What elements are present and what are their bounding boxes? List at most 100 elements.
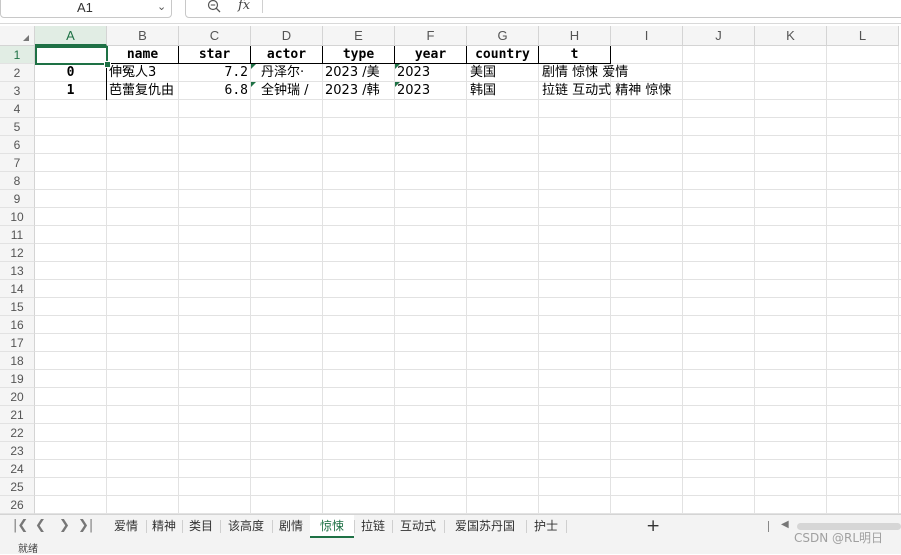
chevron-down-icon[interactable]: ⌄: [157, 0, 166, 13]
cell-grid[interactable]: name star actor type year country t 0 伸冤…: [35, 46, 901, 514]
sheet-tab[interactable]: 该高度: [220, 515, 272, 538]
row-header-7[interactable]: 7: [0, 154, 35, 172]
column-header-K[interactable]: K: [755, 26, 827, 46]
cell-name[interactable]: 伸冤人3: [107, 64, 179, 82]
row-header-18[interactable]: 18: [0, 352, 35, 370]
row-header-17[interactable]: 17: [0, 334, 35, 352]
name-box[interactable]: A1 ⌄: [0, 0, 172, 18]
zoom-out-icon[interactable]: [207, 0, 221, 13]
header-cell-star[interactable]: star: [179, 46, 251, 64]
header-cell-type[interactable]: type: [323, 46, 395, 64]
row-header-14[interactable]: 14: [0, 280, 35, 298]
column-header-L[interactable]: L: [827, 26, 899, 46]
cell-star[interactable]: 6.8: [179, 82, 251, 100]
sheet-tab[interactable]: 护士: [526, 515, 566, 538]
cell-year[interactable]: 2023: [395, 64, 467, 82]
cell-text: 2023: [397, 65, 431, 80]
sheet-tab[interactable]: 互动式: [392, 515, 444, 538]
row-header-16[interactable]: 16: [0, 316, 35, 334]
comment-indicator-icon: [395, 64, 400, 69]
cell-text: 丹泽尔·: [261, 65, 305, 80]
cell-year[interactable]: 2023: [395, 82, 467, 100]
row-header-3[interactable]: 3: [0, 82, 35, 100]
row-header-10[interactable]: 10: [0, 208, 35, 226]
sheet-tab[interactable]: 惊悚: [310, 515, 354, 538]
row-header-26[interactable]: 26: [0, 496, 35, 514]
row-header-25[interactable]: 25: [0, 478, 35, 496]
row-header-19[interactable]: 19: [0, 370, 35, 388]
prev-sheet-icon[interactable]: ❮: [35, 518, 46, 533]
row-header-8[interactable]: 8: [0, 172, 35, 190]
index-cell[interactable]: 1: [35, 82, 107, 100]
row-header-1[interactable]: 1: [0, 46, 35, 64]
row-header-11[interactable]: 11: [0, 226, 35, 244]
formula-bar: A1 ⌄ fx: [0, 0, 901, 24]
add-sheet-icon[interactable]: +: [646, 516, 660, 536]
sheet-tab[interactable]: 剧情: [272, 515, 310, 538]
comment-indicator-icon: [251, 82, 256, 87]
header-cell-t[interactable]: t: [539, 46, 611, 64]
tab-separator: [566, 520, 567, 533]
comment-indicator-icon: [251, 64, 256, 69]
column-header-C[interactable]: C: [179, 26, 251, 46]
sheet-tab[interactable]: 爱国苏丹国: [444, 515, 526, 538]
row-header-24[interactable]: 24: [0, 460, 35, 478]
status-bar: 就绪 CSDN @RL明日: [0, 531, 901, 555]
fx-icon[interactable]: fx: [238, 0, 250, 13]
scroll-split-handle[interactable]: [768, 521, 769, 532]
first-sheet-icon[interactable]: |❮: [13, 518, 28, 533]
column-header-A[interactable]: A: [35, 26, 107, 46]
cell-name[interactable]: 芭蕾复仇由: [107, 82, 179, 100]
row-header-6[interactable]: 6: [0, 136, 35, 154]
status-text: 就绪: [18, 544, 38, 555]
sheet-tab[interactable]: 爱情: [106, 515, 146, 538]
row-header-23[interactable]: 23: [0, 442, 35, 460]
header-cell-country[interactable]: country: [467, 46, 539, 64]
sheet-tab[interactable]: 拉链: [354, 515, 392, 538]
row-header-15[interactable]: 15: [0, 298, 35, 316]
scroll-left-icon[interactable]: ◀: [781, 519, 789, 530]
cell-type[interactable]: 2023 /美: [323, 64, 395, 82]
sheet-tab[interactable]: 类目: [182, 515, 220, 538]
cell-t[interactable]: 拉链 互动式 精神 惊悚: [539, 82, 789, 100]
row-header-5[interactable]: 5: [0, 118, 35, 136]
column-header-E[interactable]: E: [323, 26, 395, 46]
cell-country[interactable]: 韩国: [467, 82, 539, 100]
formula-area[interactable]: fx: [185, 0, 901, 18]
row-header-22[interactable]: 22: [0, 424, 35, 442]
row-header-21[interactable]: 21: [0, 406, 35, 424]
row-header-12[interactable]: 12: [0, 244, 35, 262]
column-header-B[interactable]: B: [107, 26, 179, 46]
index-cell[interactable]: 0: [35, 64, 107, 82]
next-sheet-icon[interactable]: ❯: [59, 518, 70, 533]
header-cell-actor[interactable]: actor: [251, 46, 323, 64]
sheet-tab[interactable]: 精神: [146, 515, 182, 538]
column-header-F[interactable]: F: [395, 26, 467, 46]
cell-actor[interactable]: 全钟瑞 /: [251, 82, 323, 100]
comment-indicator-icon: [395, 82, 400, 87]
cell-type[interactable]: 2023 /韩: [323, 82, 395, 100]
cell-text: 全钟瑞 /: [261, 83, 309, 98]
row-header-9[interactable]: 9: [0, 190, 35, 208]
fill-handle[interactable]: [104, 61, 111, 68]
column-header-G[interactable]: G: [467, 26, 539, 46]
divider: [262, 0, 263, 13]
row-header-4[interactable]: 4: [0, 100, 35, 118]
row-header-2[interactable]: 2: [0, 64, 35, 82]
column-header-D[interactable]: D: [251, 26, 323, 46]
cell-t[interactable]: 剧情 惊悚 爱情: [539, 64, 739, 82]
triangle-icon: [23, 35, 29, 41]
cell-country[interactable]: 美国: [467, 64, 539, 82]
cell-actor[interactable]: 丹泽尔·: [251, 64, 323, 82]
header-cell-name[interactable]: name: [107, 46, 179, 64]
last-sheet-icon[interactable]: ❯|: [78, 518, 93, 533]
row-header-20[interactable]: 20: [0, 388, 35, 406]
header-cell-year[interactable]: year: [395, 46, 467, 64]
name-box-value: A1: [77, 0, 93, 15]
column-header-H[interactable]: H: [539, 26, 611, 46]
cell-star[interactable]: 7.2: [179, 64, 251, 82]
select-all-corner[interactable]: [0, 26, 35, 46]
column-header-I[interactable]: I: [611, 26, 683, 46]
column-header-J[interactable]: J: [683, 26, 755, 46]
row-header-13[interactable]: 13: [0, 262, 35, 280]
